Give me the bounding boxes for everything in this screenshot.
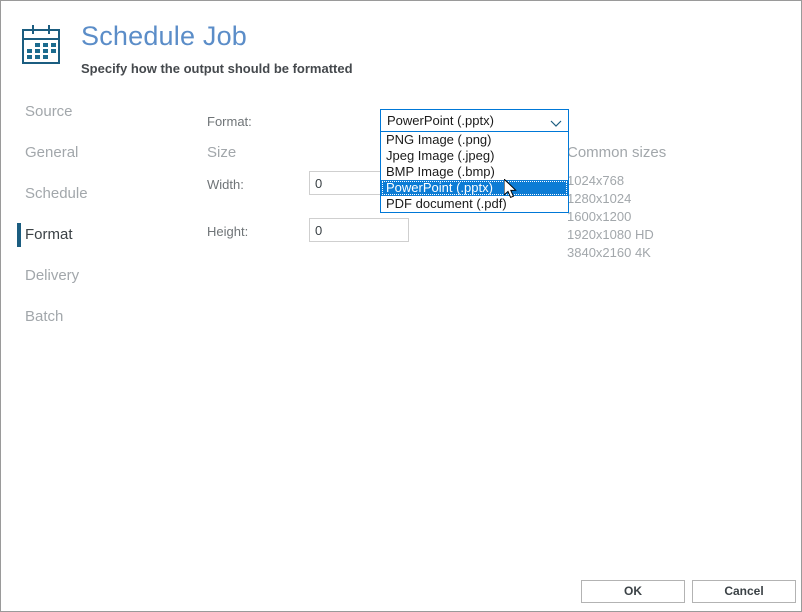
height-label: Height: [207,224,249,239]
common-size-item[interactable]: 1024x768 [567,172,654,190]
wizard-sidebar: Source General Schedule Format Delivery … [1,91,191,337]
sidebar-item-label: General [25,144,79,161]
cancel-button[interactable]: Cancel [692,580,796,603]
common-size-item[interactable]: 3840x2160 4K [567,244,654,262]
dropdown-option-jpeg[interactable]: Jpeg Image (.jpeg) [381,148,568,164]
page-subtitle: Specify how the output should be formatt… [81,61,353,76]
size-section-label: Size [207,144,237,161]
sidebar-item-format[interactable]: Format [1,214,191,255]
sidebar-item-source[interactable]: Source [1,91,191,132]
chevron-down-icon[interactable] [550,116,562,127]
calendar-icon [19,23,63,67]
dropdown-option-pptx[interactable]: PowerPoint (.pptx) [381,180,568,196]
width-label: Width: [207,177,244,192]
dropdown-option-png[interactable]: PNG Image (.png) [381,132,568,148]
sidebar-item-label: Batch [25,308,64,325]
sidebar-item-delivery[interactable]: Delivery [1,255,191,296]
format-label: Format: [207,114,252,129]
format-combobox-value: PowerPoint (.pptx) [387,113,494,128]
common-size-item[interactable]: 1920x1080 HD [567,226,654,244]
common-sizes-title: Common sizes [567,144,667,161]
sidebar-item-label: Delivery [25,267,80,284]
selection-indicator [17,223,21,247]
format-dropdown-list[interactable]: PNG Image (.png) Jpeg Image (.jpeg) BMP … [380,132,569,213]
height-input[interactable] [309,218,409,242]
ok-button[interactable]: OK [581,580,685,603]
common-size-item[interactable]: 1280x1024 [567,190,654,208]
sidebar-item-batch[interactable]: Batch [1,296,191,337]
schedule-job-dialog: Schedule Job Specify how the output shou… [0,0,802,612]
sidebar-item-label: Source [25,103,73,120]
dropdown-option-pdf[interactable]: PDF document (.pdf) [381,196,568,212]
sidebar-item-label: Schedule [25,185,88,202]
sidebar-item-schedule[interactable]: Schedule [1,173,191,214]
common-sizes-list: 1024x768 1280x1024 1600x1200 1920x1080 H… [567,172,654,262]
page-title: Schedule Job [81,21,248,51]
sidebar-item-general[interactable]: General [1,132,191,173]
dropdown-option-bmp[interactable]: BMP Image (.bmp) [381,164,568,180]
format-combobox[interactable]: PowerPoint (.pptx) [380,109,569,132]
sidebar-item-label: Format [25,226,73,243]
common-size-item[interactable]: 1600x1200 [567,208,654,226]
